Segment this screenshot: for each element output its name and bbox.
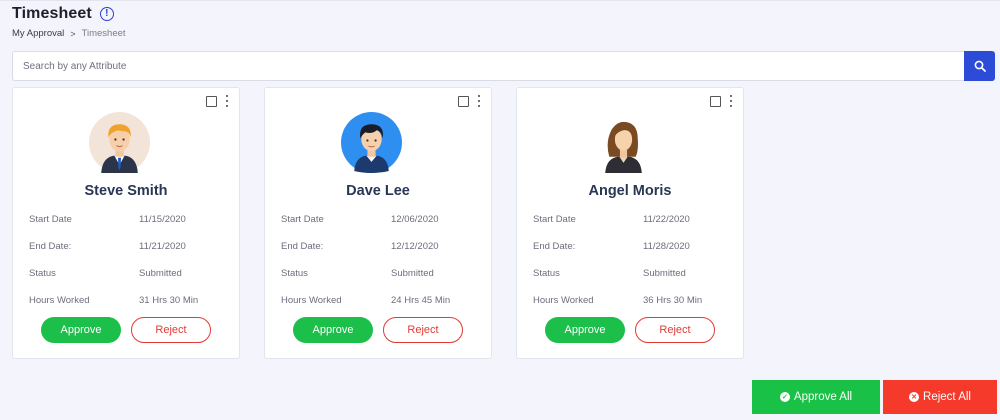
- page-title: Timesheet: [12, 5, 92, 22]
- card-details: Start Date 11/22/2020 End Date: 11/28/20…: [533, 214, 733, 322]
- kebab-dot: [729, 95, 733, 98]
- timesheet-cards: Steve Smith Start Date 11/15/2020 End Da…: [12, 87, 744, 359]
- detail-row-status: Status Submitted: [29, 268, 229, 295]
- woman-avatar: [605, 121, 642, 173]
- detail-value: Submitted: [391, 268, 434, 279]
- kebab-dot: [477, 95, 481, 98]
- reject-button[interactable]: Reject: [131, 317, 211, 343]
- detail-value: 12/06/2020: [391, 214, 439, 225]
- detail-label: Start Date: [29, 214, 72, 225]
- kebab-dot: [477, 104, 481, 107]
- card-select-checkbox[interactable]: [206, 96, 217, 107]
- employee-name: Dave Lee: [346, 183, 410, 199]
- card-more-menu[interactable]: [728, 95, 734, 107]
- search-icon: [974, 60, 986, 72]
- timesheet-card: Angel Moris Start Date 11/22/2020 End Da…: [516, 87, 744, 359]
- search-bar: [12, 51, 995, 81]
- timesheet-card: Dave Lee Start Date 12/06/2020 End Date:…: [264, 87, 492, 359]
- detail-label: Status: [533, 268, 560, 279]
- card-select-checkbox[interactable]: [458, 96, 469, 107]
- detail-row-end-date: End Date: 11/28/2020: [533, 241, 733, 268]
- employee-name: Steve Smith: [84, 183, 168, 199]
- approve-all-label: Approve All: [793, 391, 853, 403]
- page-header: Timesheet !: [12, 5, 114, 23]
- timesheet-page: Timesheet ! My Approval > Timesheet Sear…: [0, 0, 1000, 420]
- detail-row-status: Status Submitted: [533, 268, 733, 295]
- detail-label: Hours Worked: [281, 295, 342, 306]
- detail-value: 11/28/2020: [643, 241, 690, 252]
- detail-label: Status: [281, 268, 308, 279]
- breadcrumb-item-timesheet: Timesheet: [81, 28, 126, 39]
- reject-all-label: Reject All: [923, 391, 971, 403]
- info-icon[interactable]: !: [99, 7, 114, 21]
- close-circle-icon: ✕: [909, 392, 920, 402]
- kebab-dot: [225, 99, 229, 103]
- detail-value: 36 Hrs 30 Min: [643, 295, 703, 306]
- kebab-dot: [729, 104, 733, 107]
- timesheet-card: Steve Smith Start Date 11/15/2020 End Da…: [12, 87, 240, 359]
- approve-button[interactable]: Approve: [41, 317, 121, 343]
- man-blond-avatar: [89, 112, 150, 173]
- card-more-menu[interactable]: [476, 95, 482, 107]
- detail-value: 12/12/2020: [391, 241, 439, 252]
- reject-button[interactable]: Reject: [383, 317, 463, 343]
- approve-button[interactable]: Approve: [293, 317, 373, 343]
- search-button[interactable]: [964, 51, 995, 81]
- detail-value: 11/15/2020: [139, 214, 186, 225]
- detail-row-start-date: Start Date 11/15/2020: [29, 214, 229, 241]
- search-input[interactable]: [12, 51, 964, 81]
- detail-row-status: Status Submitted: [281, 268, 481, 295]
- kebab-dot: [225, 104, 229, 107]
- detail-value: 31 Hrs 30 Min: [139, 295, 199, 306]
- card-details: Start Date 12/06/2020 End Date: 12/12/20…: [281, 214, 481, 322]
- detail-label: Hours Worked: [533, 295, 594, 306]
- reject-all-button[interactable]: ✕ Reject All: [883, 380, 997, 414]
- employee-name: Angel Moris: [588, 183, 672, 199]
- kebab-dot: [477, 99, 481, 103]
- detail-label: Start Date: [281, 214, 324, 225]
- detail-label: End Date:: [29, 241, 72, 252]
- detail-row-start-date: Start Date 11/22/2020: [533, 214, 733, 241]
- card-select-checkbox[interactable]: [710, 96, 721, 107]
- detail-value: Submitted: [643, 268, 686, 279]
- card-more-menu[interactable]: [224, 95, 230, 107]
- detail-label: Hours Worked: [29, 295, 90, 306]
- detail-value: Submitted: [139, 268, 182, 279]
- detail-label: Status: [29, 268, 56, 279]
- detail-value: 24 Hrs 45 Min: [391, 295, 451, 306]
- breadcrumb-separator: >: [70, 28, 76, 39]
- card-details: Start Date 11/15/2020 End Date: 11/21/20…: [29, 214, 229, 322]
- kebab-dot: [225, 95, 229, 98]
- breadcrumb-item-my-approval[interactable]: My Approval: [12, 28, 64, 39]
- detail-label: End Date:: [533, 241, 576, 252]
- breadcrumb: My Approval > Timesheet: [12, 28, 126, 39]
- detail-row-start-date: Start Date 12/06/2020: [281, 214, 481, 241]
- check-circle-icon: ✓: [779, 392, 790, 402]
- kebab-dot: [729, 99, 733, 103]
- bulk-actions: ✓ Approve All ✕ Reject All: [752, 380, 997, 414]
- approve-button[interactable]: Approve: [545, 317, 625, 343]
- detail-row-end-date: End Date: 12/12/2020: [281, 241, 481, 268]
- detail-label: Start Date: [533, 214, 576, 225]
- approve-all-button[interactable]: ✓ Approve All: [752, 380, 880, 414]
- detail-value: 11/21/2020: [139, 241, 186, 252]
- detail-value: 11/22/2020: [643, 214, 690, 225]
- reject-button[interactable]: Reject: [635, 317, 715, 343]
- man-dark-hair-avatar: [341, 112, 402, 173]
- detail-label: End Date:: [281, 241, 324, 252]
- top-border: [0, 0, 1000, 1]
- detail-row-end-date: End Date: 11/21/2020: [29, 241, 229, 268]
